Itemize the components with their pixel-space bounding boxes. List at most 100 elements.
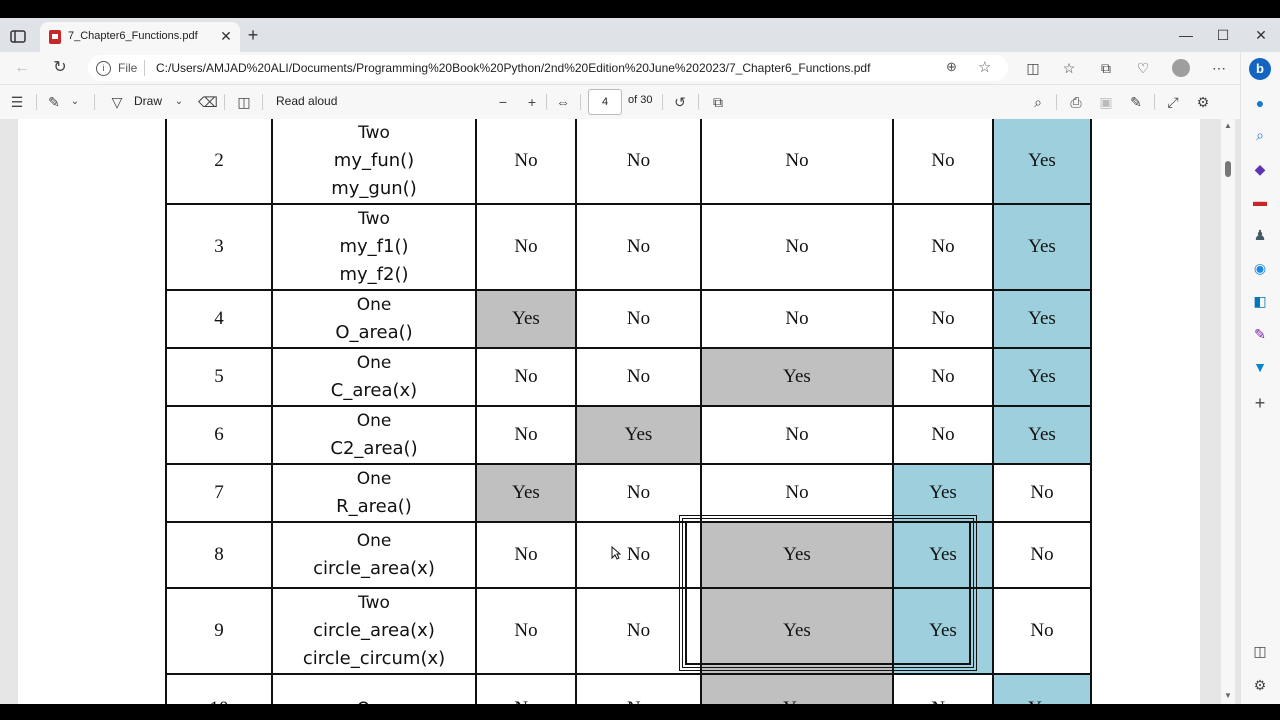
view-mode-icon[interactable]: ◫ — [234, 93, 254, 111]
toolbar-divider — [580, 94, 581, 110]
highlight-chevron-down-icon[interactable]: ⌄ — [68, 93, 82, 111]
toolbar-divider — [546, 94, 547, 110]
fullscreen-icon[interactable]: ⤢ — [1163, 93, 1183, 111]
row-number-cell: 3 — [165, 203, 273, 291]
row-number-cell: 5 — [165, 347, 273, 407]
sidebar-settings-icon[interactable]: ⚙ — [1251, 676, 1269, 694]
zoom-out-icon[interactable]: − — [494, 93, 512, 111]
page-number-input[interactable]: 4 — [588, 89, 622, 115]
new-tab-button[interactable]: + — [244, 26, 262, 44]
answer-cell: Yes — [992, 289, 1092, 349]
edge-sidebar: b ● ⌕ ◆ ▬ ♟ ◉ ◧ ✎ ▼ + ◫ ⚙ — [1240, 52, 1280, 704]
settings-gear-icon[interactable]: ⚙ — [1193, 93, 1213, 111]
tab-close-icon[interactable]: ✕ — [218, 27, 234, 45]
scroll-down-icon[interactable]: ▼ — [1224, 691, 1232, 700]
info-icon[interactable]: i — [96, 61, 111, 76]
split-screen-icon[interactable]: ◫ — [1023, 59, 1043, 77]
toolbar-divider — [262, 94, 263, 110]
answer-cell: Yes — [475, 289, 577, 349]
maximize-icon[interactable]: ☐ — [1212, 25, 1234, 45]
vertical-scrollbar[interactable]: ▲ ▼ — [1221, 119, 1235, 704]
answer-cell: No — [700, 119, 894, 205]
microsoft365-icon[interactable]: ◉ — [1251, 259, 1269, 277]
print-icon[interactable]: ⎙ — [1066, 93, 1086, 111]
table-row: 4 One O_area() Yes No No No Yes — [165, 289, 1092, 349]
scroll-up-icon[interactable]: ▲ — [1224, 121, 1232, 130]
answer-cell: Yes — [475, 463, 577, 523]
favorites-icon[interactable]: ☆ — [1059, 59, 1079, 77]
answer-cell: No — [700, 203, 894, 291]
drop-icon[interactable]: ▼ — [1251, 358, 1269, 376]
answer-cell: No — [475, 521, 577, 589]
minimize-icon[interactable]: — — [1175, 25, 1197, 45]
answer-cell: No — [892, 289, 994, 349]
toolbar-divider — [36, 94, 37, 110]
tab-actions-icon[interactable] — [10, 30, 26, 43]
file-label: File — [118, 61, 138, 75]
sidebar-search-icon[interactable]: ⌕ — [1251, 126, 1269, 144]
outlook-icon[interactable]: ◧ — [1251, 292, 1269, 310]
collections-icon[interactable]: ⧉ — [1096, 59, 1116, 77]
toolbar-divider — [94, 94, 95, 110]
function-name: my_gun() — [331, 178, 417, 199]
draw-pen-icon[interactable]: ▽ — [108, 93, 126, 111]
table-row: 9 Two circle_area(x) circle_circum(x) No No Ye… — [165, 587, 1092, 675]
save-as-icon[interactable]: ✎ — [1126, 93, 1146, 111]
save-icon[interactable]: ▣ — [1096, 93, 1116, 111]
close-window-icon[interactable]: ✕ — [1250, 25, 1272, 45]
highlight-icon[interactable]: ✎ — [44, 93, 64, 111]
contents-list-icon[interactable]: ☰ — [8, 93, 26, 111]
pdf-viewport[interactable]: 2 Two my_fun() my_gun() No No No No Yes 3 Two my_f1… — [0, 119, 1240, 704]
notifications-bell-icon[interactable]: ● — [1251, 94, 1269, 112]
answer-cell: No — [992, 587, 1092, 675]
function-count: Two — [358, 593, 390, 613]
bing-copilot-icon[interactable]: b — [1249, 58, 1271, 80]
function-names-cell: One C2_area() — [271, 405, 477, 465]
scrollbar-thumb[interactable] — [1225, 161, 1231, 177]
answer-cell: No — [892, 673, 994, 704]
refresh-icon[interactable]: ↻ — [50, 59, 70, 77]
url-text[interactable]: C:/Users/AMJAD%20ALI/Documents/Programmi… — [156, 61, 870, 75]
function-name: C_area(x) — [330, 380, 418, 401]
more-menu-icon[interactable]: ⋯ — [1209, 59, 1229, 77]
profile-avatar[interactable] — [1172, 59, 1190, 77]
function-name: C2_area() — [330, 438, 418, 459]
function-count: One — [356, 295, 392, 315]
fit-width-icon[interactable]: ⇔ — [553, 93, 573, 111]
table-row: 2 Two my_fun() my_gun() No No No No Yes — [165, 119, 1092, 205]
tools-briefcase-icon[interactable]: ▬ — [1251, 192, 1269, 210]
page-view-icon[interactable]: ⧉ — [708, 93, 728, 111]
function-name: circle_circum(x) — [302, 648, 446, 669]
draw-chevron-down-icon[interactable]: ⌄ — [172, 93, 186, 111]
answer-cell: No — [575, 119, 702, 205]
shopping-tag-icon[interactable]: ◆ — [1251, 160, 1269, 178]
row-number-cell: 8 — [165, 521, 273, 589]
back-arrow-icon[interactable]: ← — [12, 59, 32, 77]
favorite-star-icon[interactable]: ☆ — [978, 58, 991, 76]
answer-cell: No — [475, 587, 577, 675]
zoom-icon[interactable]: ⊕ — [946, 59, 957, 75]
address-row: ← ↻ i File C:/Users/AMJAD%20ALI/Document… — [0, 52, 1280, 84]
extensions-icon[interactable]: ♡ — [1133, 59, 1153, 77]
draw-label[interactable]: Draw — [134, 94, 162, 108]
hide-sidebar-icon[interactable]: ◫ — [1251, 642, 1269, 660]
answer-cell: Yes — [700, 521, 894, 589]
pdf-page: 2 Two my_fun() my_gun() No No No No Yes 3 Two my_f1… — [18, 119, 1200, 704]
search-icon[interactable]: ⌕ — [1028, 93, 1048, 111]
address-bar[interactable]: i File C:/Users/AMJAD%20ALI/Documents/Pr… — [88, 55, 1008, 81]
designer-icon[interactable]: ✎ — [1251, 325, 1269, 343]
read-aloud-button[interactable]: Read aloud — [276, 94, 337, 108]
row-number-cell: 2 — [165, 119, 273, 205]
eraser-icon[interactable]: ⌫ — [198, 93, 218, 111]
add-sidebar-app-icon[interactable]: + — [1251, 394, 1269, 412]
answer-cell: Yes — [992, 673, 1092, 704]
function-name: circle_area(x) — [313, 620, 435, 641]
toolbar-divider — [698, 94, 699, 110]
table-row: 3 Two my_f1() my_f2() No No No No Yes — [165, 203, 1092, 291]
function-count: Two — [358, 209, 390, 229]
function-names-cell: Two my_f1() my_f2() — [271, 203, 477, 291]
games-icon[interactable]: ♟ — [1251, 226, 1269, 244]
tab-active[interactable]: 7_Chapter6_Functions.pdf ✕ — [40, 22, 240, 52]
zoom-in-icon[interactable]: + — [523, 93, 541, 111]
rotate-icon[interactable]: ↺ — [670, 93, 690, 111]
